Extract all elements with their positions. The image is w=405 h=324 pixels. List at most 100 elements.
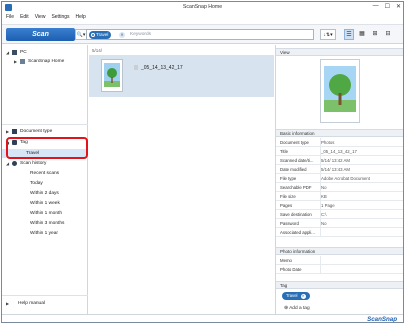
property-key: Memo (280, 258, 292, 263)
document-row[interactable]: _05_14_13_42_17 (89, 55, 274, 97)
property-row: Pages 1 Page (276, 201, 403, 210)
property-row: Associated appli... (276, 228, 403, 237)
menu-help[interactable]: Help (76, 14, 86, 22)
tree-item-scansnap-home[interactable]: ▶ ScanSnap Home (2, 57, 88, 66)
property-value: 5/14/ 13:42 AM (321, 158, 350, 163)
history-item[interactable]: Within 1 week (2, 199, 88, 208)
app-window: ScanSnap Home — ☐ ✕ File Edit View Setti… (1, 1, 404, 323)
property-key: Document type (280, 140, 309, 145)
document-name: _05_14_13_42_17 (141, 65, 183, 71)
date-group-header: 5/14/ (92, 48, 103, 53)
property-row: Photo Date (276, 265, 403, 274)
property-key: Photo Date (280, 267, 302, 272)
expand-arrow-icon[interactable]: ◢ (6, 48, 9, 57)
sort-button[interactable]: ↓⇅▾ (320, 29, 336, 40)
title-bar: ScanSnap Home — ☐ ✕ (2, 2, 403, 13)
scansnap-logo: ScanSnap (367, 316, 397, 323)
clock-icon (12, 161, 17, 166)
window-controls: — ☐ ✕ (373, 3, 401, 10)
help-manual-link[interactable]: ▶ Help manual (2, 299, 88, 308)
collapse-arrow-icon[interactable]: ▶ (14, 57, 17, 66)
menu-settings[interactable]: Settings (51, 14, 69, 22)
basic-information-header[interactable]: Basic information (276, 129, 403, 137)
pdf-file-icon (134, 65, 138, 70)
property-row: File type Adobe Acrobat Document (276, 174, 403, 183)
history-item[interactable]: Within 1 year (2, 229, 88, 238)
help-manual-label: Help manual (18, 301, 45, 306)
property-row: Title _05_14_13_42_17 (276, 147, 403, 156)
thumbnail-view-icon[interactable]: ▦ (357, 29, 367, 40)
property-key: Date modified (280, 167, 307, 172)
property-value: No (321, 221, 327, 226)
collapse-arrow-icon[interactable]: ▶ (6, 127, 9, 136)
tree-item-pc[interactable]: ◢ PC (2, 48, 88, 57)
property-key: Save destination (280, 212, 312, 217)
computer-icon (12, 50, 17, 55)
document-preview (320, 59, 360, 123)
property-key: Scanned date/ti... (280, 158, 314, 163)
section-divider (2, 295, 88, 296)
history-item[interactable]: Within 2 days (2, 189, 88, 198)
add-tag-label: Add a tag (289, 306, 310, 311)
property-key: File type (280, 176, 297, 181)
history-item-label: Today (30, 181, 43, 186)
property-row: Scanned date/ti... 5/14/ 13:42 AM (276, 156, 403, 165)
minimize-button[interactable]: — (373, 3, 379, 10)
property-row: Searchable PDF No (276, 183, 403, 192)
menu-bar: File Edit View Settings Help (2, 14, 86, 22)
maximize-button[interactable]: ☐ (385, 3, 390, 10)
document-thumbnail (101, 59, 123, 92)
property-value: No (321, 185, 327, 190)
remove-tag-filter-icon[interactable]: ✕ (119, 32, 125, 38)
scan-button[interactable]: Scan (6, 28, 75, 41)
tree-item-document-type[interactable]: ▶ Document type (2, 127, 88, 136)
property-value: _05_14_13_42_17 (321, 149, 357, 154)
property-row: Document type Photos (276, 138, 403, 147)
photo-information-header[interactable]: Photo information (276, 247, 403, 255)
tag-section-header[interactable]: Tag (276, 281, 403, 289)
detail-view-icon[interactable]: ⊟ (383, 29, 393, 40)
basic-information-label: Basic information (280, 131, 315, 136)
history-item-label: Within 1 year (30, 231, 58, 236)
remove-tag-icon[interactable]: ✕ (300, 294, 306, 299)
expand-arrow-icon[interactable]: ◢ (6, 159, 9, 168)
photo-information-label: Photo information (280, 249, 316, 254)
document-type-icon (12, 129, 17, 134)
menu-view[interactable]: View (35, 14, 46, 22)
search-input[interactable]: Travel ✕ Keywords (86, 29, 314, 40)
property-row: Save destination C:\ (276, 210, 403, 219)
property-value: Photos (321, 140, 335, 145)
toolbar: Scan 🔍▾ Travel ✕ Keywords ↓⇅▾ ☰ ▦ ⊞ ⊟ (2, 24, 403, 44)
close-button[interactable]: ✕ (396, 3, 401, 10)
property-key: Title (280, 149, 288, 154)
property-value: Adobe Acrobat Document (321, 176, 370, 181)
search-tag-filter[interactable]: Travel (89, 31, 112, 39)
list-view-icon[interactable]: ☰ (344, 29, 354, 40)
tree-item-scan-history[interactable]: ◢ Scan history (2, 159, 88, 168)
menu-edit[interactable]: Edit (20, 14, 29, 22)
tree-item-pc-label: PC (20, 50, 27, 55)
tree-item-scansnap-home-label: ScanSnap Home (28, 59, 65, 64)
history-item-label: Within 3 months (30, 221, 65, 226)
property-value: 1 Page (321, 203, 335, 208)
history-item[interactable]: Today (2, 179, 88, 188)
add-tag-button[interactable]: ⊕ Add a tag (284, 306, 310, 311)
tag-chip-travel[interactable]: Travel ✕ (282, 292, 310, 300)
search-placeholder: Keywords (130, 32, 152, 37)
history-item[interactable]: Within 1 month (2, 209, 88, 218)
view-section-header[interactable]: View (276, 48, 403, 56)
history-item[interactable]: Within 3 months (2, 219, 88, 228)
history-item[interactable]: Recent scans (2, 169, 88, 178)
property-value: C:\ (321, 212, 327, 217)
tag-icon (91, 33, 95, 37)
view-section-label: View (280, 50, 290, 55)
property-key: Searchable PDF (280, 185, 312, 190)
grid-view-icon[interactable]: ⊞ (370, 29, 380, 40)
menu-file[interactable]: File (6, 14, 14, 22)
history-item-label: Within 2 days (30, 191, 59, 196)
tag-highlight-frame (6, 137, 88, 159)
property-key: Pages (280, 203, 293, 208)
collapse-arrow-icon[interactable]: ▶ (6, 299, 9, 308)
details-pane: View Basic information Document type Phot… (275, 45, 403, 314)
tree-item-scan-history-label: Scan history (20, 161, 47, 166)
